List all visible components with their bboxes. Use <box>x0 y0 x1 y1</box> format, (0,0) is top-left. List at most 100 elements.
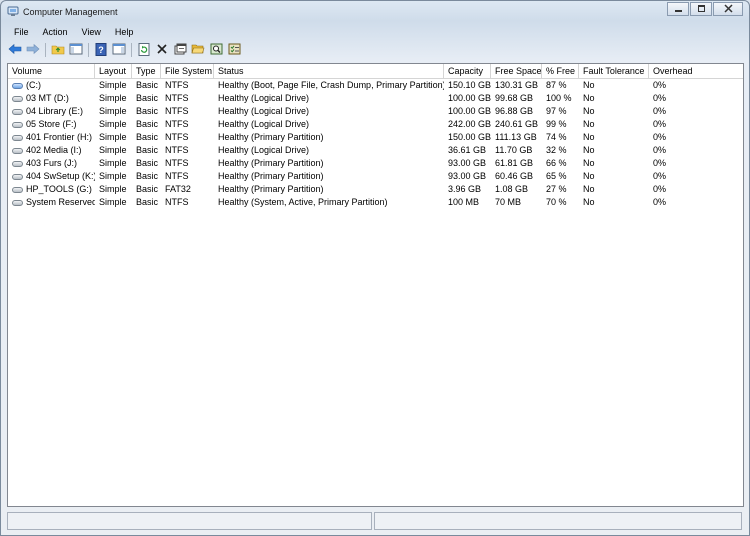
free-space-cell: 61.81 GB <box>495 158 534 168</box>
disk-drive-icon <box>12 83 23 89</box>
toolbar: ? <box>7 41 743 59</box>
type-cell: Basic <box>136 158 159 168</box>
file-system-cell: FAT32 <box>165 184 191 194</box>
disk-drive-icon <box>12 148 23 154</box>
fault-tolerance-cell: No <box>583 132 595 142</box>
minimize-button[interactable] <box>667 2 689 16</box>
column-header-status[interactable]: Status <box>214 64 444 78</box>
table-row[interactable]: 04 Library (E:) Simple Basic NTFS Health… <box>8 105 743 118</box>
column-header-capacity[interactable]: Capacity <box>444 64 491 78</box>
status-pane-left <box>7 512 372 530</box>
table-row[interactable]: HP_TOOLS (G:) Simple Basic FAT32 Healthy… <box>8 183 743 196</box>
layout-cell: Simple <box>99 93 127 103</box>
table-row[interactable]: 404 SwSetup (K:) Simple Basic NTFS Healt… <box>8 170 743 183</box>
maximize-button[interactable] <box>690 2 712 16</box>
status-cell: Healthy (Logical Drive) <box>218 145 310 155</box>
layout-cell: Simple <box>99 132 127 142</box>
menu-help[interactable]: Help <box>108 25 141 39</box>
refresh-icon <box>138 42 150 58</box>
show-hide-action-pane-button[interactable] <box>111 42 127 58</box>
menu-view[interactable]: View <box>75 25 108 39</box>
volume-cell: 05 Store (F:) <box>8 118 95 131</box>
table-row[interactable]: System Reserved Simple Basic NTFS Health… <box>8 196 743 209</box>
type-cell: Basic <box>136 93 159 103</box>
free-space-cell: 240.61 GB <box>495 119 539 129</box>
percent-free-cell: 70 % <box>546 197 567 207</box>
capacity-cell: 100.00 GB <box>448 93 491 103</box>
disk-drive-icon <box>12 161 23 167</box>
capacity-cell: 36.61 GB <box>448 145 487 155</box>
column-header-volume[interactable]: Volume <box>8 64 95 78</box>
capacity-cell: 3.96 GB <box>448 184 482 194</box>
status-cell: Healthy (Primary Partition) <box>218 132 324 142</box>
up-one-level-button[interactable] <box>50 42 66 58</box>
properties-icon <box>174 43 187 57</box>
show-hide-action-pane-icon <box>112 43 126 57</box>
percent-free-cell: 100 % <box>546 93 572 103</box>
layout-cell: Simple <box>99 184 127 194</box>
disk-drive-icon <box>12 96 23 102</box>
column-header-free-space[interactable]: Free Space <box>491 64 542 78</box>
forward-button[interactable] <box>25 42 41 58</box>
table-row[interactable]: 402 Media (I:) Simple Basic NTFS Healthy… <box>8 144 743 157</box>
column-header-fault-tolerance[interactable]: Fault Tolerance <box>579 64 649 78</box>
disk-drive-icon <box>12 174 23 180</box>
volume-list-view[interactable]: Volume Layout Type File System Status Ca… <box>7 63 744 507</box>
column-header-layout[interactable]: Layout <box>95 64 132 78</box>
status-pane-right <box>374 512 742 530</box>
volume-cell: 04 Library (E:) <box>8 105 95 118</box>
menu-action[interactable]: Action <box>36 25 75 39</box>
file-system-cell: NTFS <box>165 119 189 129</box>
volume-name: 404 SwSetup (K:) <box>26 171 95 181</box>
column-header-overhead[interactable]: Overhead <box>649 64 743 78</box>
back-icon <box>8 43 22 57</box>
layout-cell: Simple <box>99 197 127 207</box>
free-space-cell: 70 MB <box>495 197 522 207</box>
layout-cell: Simple <box>99 158 127 168</box>
title-bar[interactable]: Computer Management <box>1 1 749 23</box>
table-row[interactable]: (C:) Simple Basic NTFS Healthy (Boot, Pa… <box>8 79 743 92</box>
show-hide-console-tree-button[interactable] <box>68 42 84 58</box>
properties-button[interactable] <box>172 42 188 58</box>
help-button[interactable]: ? <box>93 42 109 58</box>
refresh-button[interactable] <box>136 42 152 58</box>
back-button[interactable] <box>7 42 23 58</box>
fault-tolerance-cell: No <box>583 119 595 129</box>
volume-name: 03 MT (D:) <box>26 93 69 103</box>
layout-cell: Simple <box>99 119 127 129</box>
status-cell: Healthy (System, Active, Primary Partiti… <box>218 197 388 207</box>
close-button[interactable] <box>713 2 743 16</box>
table-row[interactable]: 05 Store (F:) Simple Basic NTFS Healthy … <box>8 118 743 131</box>
computer-management-window: Computer Management File Action View Hel… <box>0 0 750 536</box>
open-folder-icon <box>191 43 205 57</box>
table-row[interactable]: 401 Frontier (H:) Simple Basic NTFS Heal… <box>8 131 743 144</box>
checklist-button[interactable] <box>226 42 242 58</box>
free-space-cell: 96.88 GB <box>495 106 534 116</box>
table-row[interactable]: 403 Furs (J:) Simple Basic NTFS Healthy … <box>8 157 743 170</box>
computer-management-icon <box>7 6 19 17</box>
toolbar-separator <box>131 43 132 57</box>
table-row[interactable]: 03 MT (D:) Simple Basic NTFS Healthy (Lo… <box>8 92 743 105</box>
volume-name: 403 Furs (J:) <box>26 158 78 168</box>
overhead-cell: 0% <box>653 119 667 129</box>
fault-tolerance-cell: No <box>583 93 595 103</box>
column-header-percent-free[interactable]: % Free <box>542 64 579 78</box>
file-system-cell: NTFS <box>165 80 189 90</box>
fault-tolerance-cell: No <box>583 106 595 116</box>
delete-button[interactable] <box>154 42 170 58</box>
search-button[interactable] <box>208 42 224 58</box>
column-header-type[interactable]: Type <box>132 64 161 78</box>
column-header-row: Volume Layout Type File System Status Ca… <box>8 64 743 79</box>
overhead-cell: 0% <box>653 106 667 116</box>
capacity-cell: 93.00 GB <box>448 158 487 168</box>
file-system-cell: NTFS <box>165 132 189 142</box>
capacity-cell: 93.00 GB <box>448 171 487 181</box>
volume-name: HP_TOOLS (G:) <box>26 184 92 194</box>
capacity-cell: 242.00 GB <box>448 119 491 129</box>
type-cell: Basic <box>136 132 159 142</box>
column-header-file-system[interactable]: File System <box>161 64 214 78</box>
free-space-cell: 130.31 GB <box>495 80 539 90</box>
menu-file[interactable]: File <box>7 25 36 39</box>
open-button[interactable] <box>190 42 206 58</box>
overhead-cell: 0% <box>653 132 667 142</box>
